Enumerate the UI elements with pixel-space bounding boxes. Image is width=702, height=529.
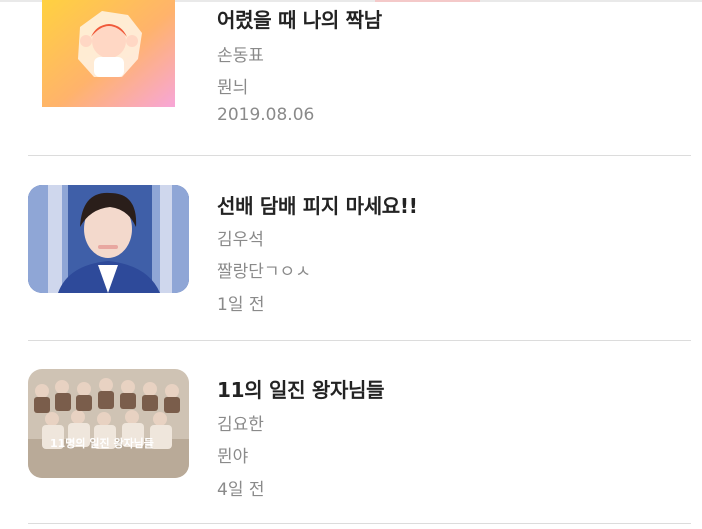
boy-through-paper-illustration-icon [42,0,175,107]
story-title[interactable]: 11의 일진 왕자님들 [217,374,385,403]
story-thumbnail[interactable]: 11명의 일진 왕자님들 [28,369,189,478]
story-title[interactable]: 선배 담배 피지 마세요!! [217,190,418,219]
story-author: 김우석 [217,230,264,250]
story-date: 4일 전 [217,480,265,500]
story-date: 2019.08.06 [217,105,315,125]
group-photo-icon: 11명의 일진 왕자님들 [28,369,189,478]
story-fandom: 짤랑단ㄱㅇㅅ [217,262,311,282]
story-fandom: 뮌야 [217,447,249,467]
story-author: 김요한 [217,415,264,435]
story-title[interactable]: 어렸을 때 나의 짝남 [217,4,382,33]
story-item[interactable]: 선배 담배 피지 마세요!! 김우석 짤랑단ㄱㅇㅅ 1일 전 [0,185,702,345]
story-thumbnail[interactable] [28,185,189,293]
story-item[interactable]: 어렸을 때 나의 짝남 손동표 뭔늬 2019.08.06 [0,0,702,160]
divider [28,155,691,156]
divider [28,523,691,524]
student-portrait-photo-icon [28,185,189,293]
story-fandom: 뭔늬 [217,78,249,98]
story-date: 1일 전 [217,295,265,315]
story-thumbnail[interactable] [42,0,175,107]
thumbnail-caption: 11명의 일진 왕자님들 [50,436,154,450]
story-item[interactable]: 11명의 일진 왕자님들 11의 일진 왕자님들 김요한 뮌야 4일 전 [0,369,702,529]
divider [28,340,691,341]
story-author: 손동표 [217,46,264,66]
